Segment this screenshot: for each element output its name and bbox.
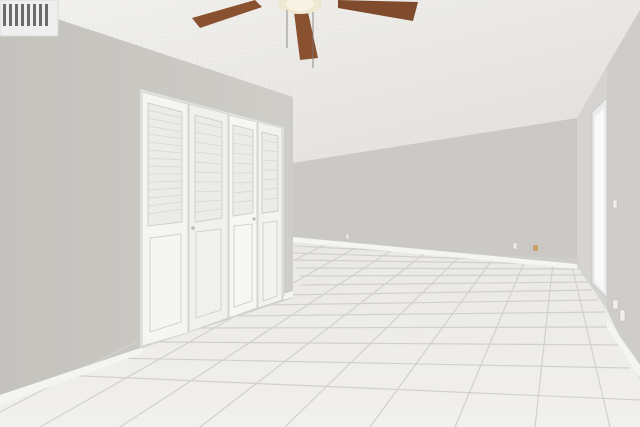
light-switch-icon <box>612 199 618 209</box>
wall-outlet-icon <box>533 245 538 251</box>
closet-knob <box>191 226 195 230</box>
wall-outlet-icon <box>619 309 626 322</box>
wall-outlet-icon <box>512 242 518 250</box>
air-vent-icon <box>0 0 59 37</box>
wall-outlet-icon <box>345 233 350 240</box>
empty-room-photo <box>0 0 640 427</box>
closet-knob <box>252 217 256 221</box>
wall-outlet-icon <box>612 299 619 310</box>
